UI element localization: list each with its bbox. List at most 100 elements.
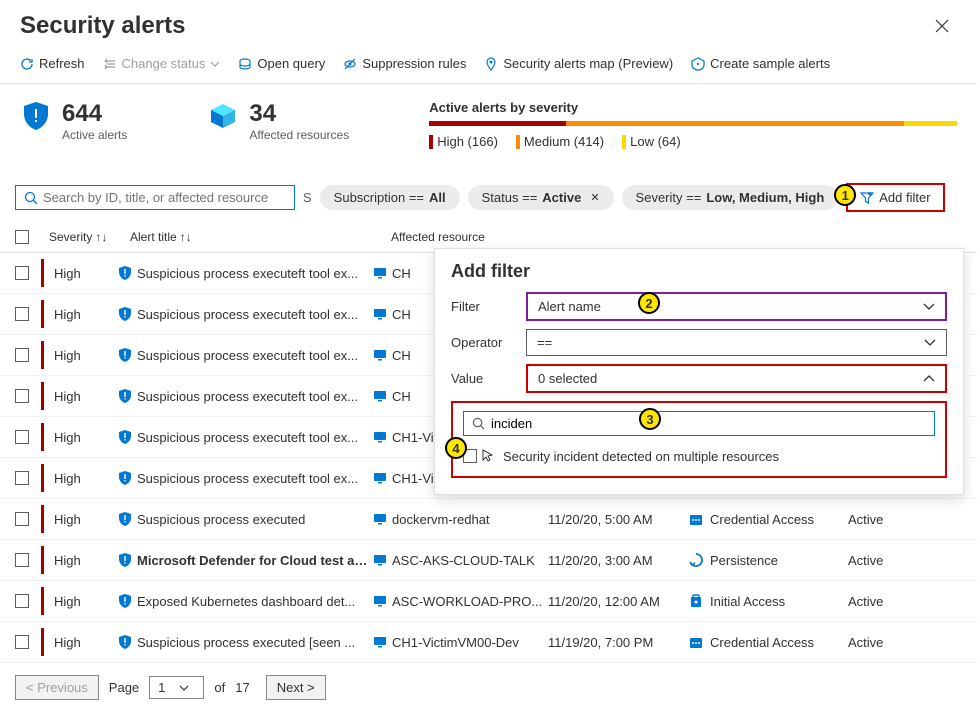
resource-name: CH — [392, 266, 411, 281]
activity-time: 11/20/20, 12:00 AM — [548, 594, 688, 609]
table-row[interactable]: High Exposed Kubernetes dashboard det...… — [0, 581, 977, 622]
row-checkbox[interactable] — [15, 594, 29, 608]
select-all-checkbox[interactable] — [15, 230, 29, 244]
shield-icon — [118, 306, 132, 322]
table-row[interactable]: High Microsoft Defender for Cloud test a… — [0, 540, 977, 581]
sample-alerts-button[interactable]: Create sample alerts — [691, 56, 830, 71]
shield-icon — [118, 593, 132, 609]
refresh-icon — [20, 57, 34, 71]
resource-name: CH1-VictimVM00-Dev — [392, 635, 519, 650]
close-button[interactable] — [927, 15, 957, 37]
resource-name: CH — [392, 307, 411, 322]
row-checkbox[interactable] — [15, 512, 29, 526]
row-checkbox[interactable] — [15, 389, 29, 403]
resource-name: ASC-WORKLOAD-PRO... — [392, 594, 542, 609]
next-page-button[interactable]: Next > — [266, 675, 326, 700]
table-row[interactable]: High Suspicious process executed dockerv… — [0, 499, 977, 540]
shield-icon — [118, 470, 132, 486]
shield-icon — [118, 634, 132, 650]
open-query-button[interactable]: Open query — [238, 56, 325, 71]
pagination: < Previous Page 1 of 17 Next > — [0, 663, 977, 712]
resource-name: dockervm-redhat — [392, 512, 490, 527]
chevron-down-icon — [924, 339, 936, 347]
row-checkbox[interactable] — [15, 430, 29, 444]
total-pages: 17 — [235, 680, 249, 695]
suppression-button[interactable]: Suppression rules — [343, 56, 466, 71]
chevron-up-icon — [923, 375, 935, 383]
severity-title: Active alerts by severity — [429, 100, 957, 115]
status-value: Active — [848, 512, 913, 527]
sort-icon: ↑↓ — [180, 230, 192, 244]
value-dropdown[interactable]: 0 selected — [526, 364, 947, 393]
page-label: Page — [109, 680, 139, 695]
filter-status[interactable]: Status == Active ✕ — [468, 185, 614, 210]
monitor-icon — [373, 308, 387, 320]
refresh-label: Refresh — [39, 56, 85, 71]
row-checkbox[interactable] — [15, 307, 29, 321]
col-severity[interactable]: Severity ↑↓ — [49, 230, 124, 244]
filter-dropdown[interactable]: Alert name 2 — [526, 292, 947, 321]
status-value: Active — [848, 635, 913, 650]
sort-icon: ↑↓ — [95, 230, 107, 244]
status-value: Active — [848, 553, 913, 568]
monitor-icon — [373, 554, 387, 566]
page-select[interactable]: 1 — [149, 676, 204, 699]
refresh-button[interactable]: Refresh — [20, 56, 85, 71]
shield-icon — [118, 265, 132, 281]
row-checkbox[interactable] — [15, 471, 29, 485]
alerts-label: Active alerts — [62, 128, 127, 142]
search-icon — [472, 417, 485, 430]
page-title: Security alerts — [20, 12, 185, 40]
severity-legend: High (166) Medium (414) Low (64) — [429, 134, 957, 149]
search-icon — [24, 191, 38, 205]
suppression-label: Suppression rules — [362, 56, 466, 71]
sample-label: Create sample alerts — [710, 56, 830, 71]
alert-title: Exposed Kubernetes dashboard det... — [137, 594, 355, 609]
shield-icon — [118, 552, 132, 568]
table-row[interactable]: High Suspicious process executed [seen .… — [0, 622, 977, 663]
monitor-icon — [373, 349, 387, 361]
severity-value: High — [54, 389, 81, 404]
value-search-input[interactable] — [491, 416, 926, 431]
col-title[interactable]: Alert title ↑↓ — [130, 230, 385, 244]
alert-title: Suspicious process executeft tool ex... — [137, 307, 358, 322]
tactic-icon — [688, 593, 704, 609]
operator-dropdown[interactable]: == — [526, 329, 947, 356]
alert-title: Suspicious process executeft tool ex... — [137, 471, 358, 486]
map-pin-icon — [484, 57, 498, 71]
tactic-icon — [688, 511, 704, 527]
monitor-icon — [373, 513, 387, 525]
clear-status-icon[interactable]: ✕ — [590, 191, 599, 204]
filter-severity[interactable]: Severity == Low, Medium, High 1 — [622, 185, 839, 210]
cube-icon — [207, 100, 239, 132]
shield-alert-icon — [20, 100, 52, 132]
col-resource[interactable]: Affected resource — [391, 230, 962, 244]
row-checkbox[interactable] — [15, 348, 29, 362]
value-option[interactable]: Security incident detected on multiple r… — [463, 444, 935, 468]
severity-value: High — [54, 635, 81, 650]
filter-bar: S Subscription == All Status == Active ✕… — [0, 173, 977, 222]
tactic-name: Initial Access — [710, 594, 785, 609]
alerts-map-button[interactable]: Security alerts map (Preview) — [484, 56, 673, 71]
option-label: Security incident detected on multiple r… — [503, 449, 779, 464]
row-checkbox[interactable] — [15, 553, 29, 567]
add-filter-button[interactable]: Add filter — [846, 183, 944, 212]
tactic-icon — [688, 552, 704, 568]
chevron-down-icon — [923, 303, 935, 311]
search-input-wrap[interactable] — [15, 185, 295, 210]
row-checkbox[interactable] — [15, 266, 29, 280]
severity-value: High — [54, 348, 81, 363]
row-checkbox[interactable] — [15, 635, 29, 649]
monitor-icon — [373, 431, 387, 443]
monitor-icon — [373, 267, 387, 279]
value-search-wrap[interactable]: 3 — [463, 411, 935, 436]
stats-bar: 644 Active alerts 34 Affected resources … — [0, 84, 977, 173]
popup-title: Add filter — [451, 261, 947, 282]
alert-title: Microsoft Defender for Cloud test ac ... — [137, 553, 373, 568]
filter-subscription[interactable]: Subscription == All — [320, 185, 460, 210]
search-input[interactable] — [43, 190, 286, 205]
chevron-down-icon — [210, 61, 220, 67]
alerts-map-label: Security alerts map (Preview) — [503, 56, 673, 71]
shield-icon — [118, 388, 132, 404]
prev-page-button[interactable]: < Previous — [15, 675, 99, 700]
